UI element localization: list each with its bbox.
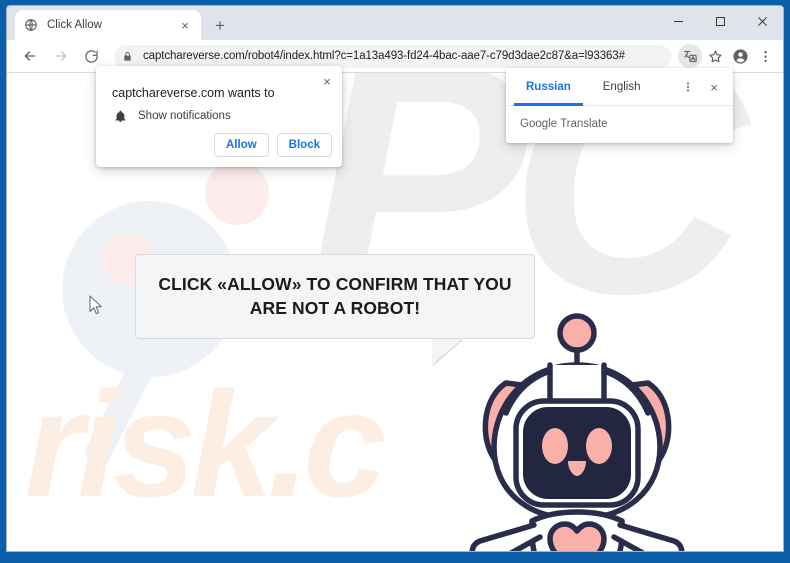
close-icon[interactable]: × <box>705 78 723 96</box>
tab-strip: Click Allow × + <box>7 6 783 40</box>
google-translate-popup: Russian English × Google Translate <box>506 68 733 143</box>
three-dot-menu-icon[interactable] <box>679 78 697 96</box>
tab-title: Click Allow <box>47 19 102 31</box>
forward-button <box>47 43 74 70</box>
notification-permission-popup: × captchareverse.com wants to Show notif… <box>96 66 342 167</box>
background-blob <box>205 161 269 225</box>
window-controls <box>657 6 783 36</box>
tab-close-icon[interactable]: × <box>177 17 193 33</box>
lock-icon[interactable] <box>118 47 137 66</box>
translate-language-tabs: Russian English × <box>506 68 733 106</box>
star-icon[interactable] <box>703 44 727 68</box>
notification-permission-row: Show notifications <box>112 108 231 124</box>
robot-eye-right <box>586 428 612 464</box>
allow-button[interactable]: Allow <box>214 133 269 157</box>
back-button[interactable] <box>16 43 43 70</box>
bell-icon <box>112 108 128 124</box>
block-button[interactable]: Block <box>276 133 332 157</box>
mouse-cursor <box>89 295 102 315</box>
minimize-button[interactable] <box>657 6 699 36</box>
account-avatar-icon[interactable] <box>728 44 752 68</box>
notification-popup-actions: Allow Block <box>214 133 332 157</box>
new-tab-button[interactable]: + <box>209 14 231 36</box>
watermark-secondary: risk.c <box>25 360 387 528</box>
translate-tab-russian[interactable]: Russian <box>514 68 583 106</box>
maximize-button[interactable] <box>699 6 741 36</box>
notification-popup-title: captchareverse.com wants to <box>112 86 275 100</box>
close-button[interactable] <box>741 6 783 36</box>
robot-mascot <box>462 305 692 551</box>
globe-icon <box>23 18 38 33</box>
robot-heart-icon <box>547 521 607 551</box>
translate-footer-label: Google Translate <box>520 118 608 130</box>
browser-window: Click Allow × + captchareverse.com/robot… <box>7 6 783 551</box>
close-icon[interactable]: × <box>317 71 337 91</box>
address-bar[interactable]: captchareverse.com/robot4/index.html?c=1… <box>114 44 671 68</box>
robot-eye-left <box>542 428 568 464</box>
translate-popup-footer: Google Translate <box>506 106 733 142</box>
translate-icon[interactable] <box>678 44 702 68</box>
three-dot-menu-icon[interactable] <box>753 44 777 68</box>
speech-bubble-tail <box>432 339 462 365</box>
notification-permission-label: Show notifications <box>138 110 231 122</box>
translate-tab-english[interactable]: English <box>597 68 647 106</box>
url-text: captchareverse.com/robot4/index.html?c=1… <box>143 50 625 62</box>
browser-tab[interactable]: Click Allow × <box>15 10 201 40</box>
